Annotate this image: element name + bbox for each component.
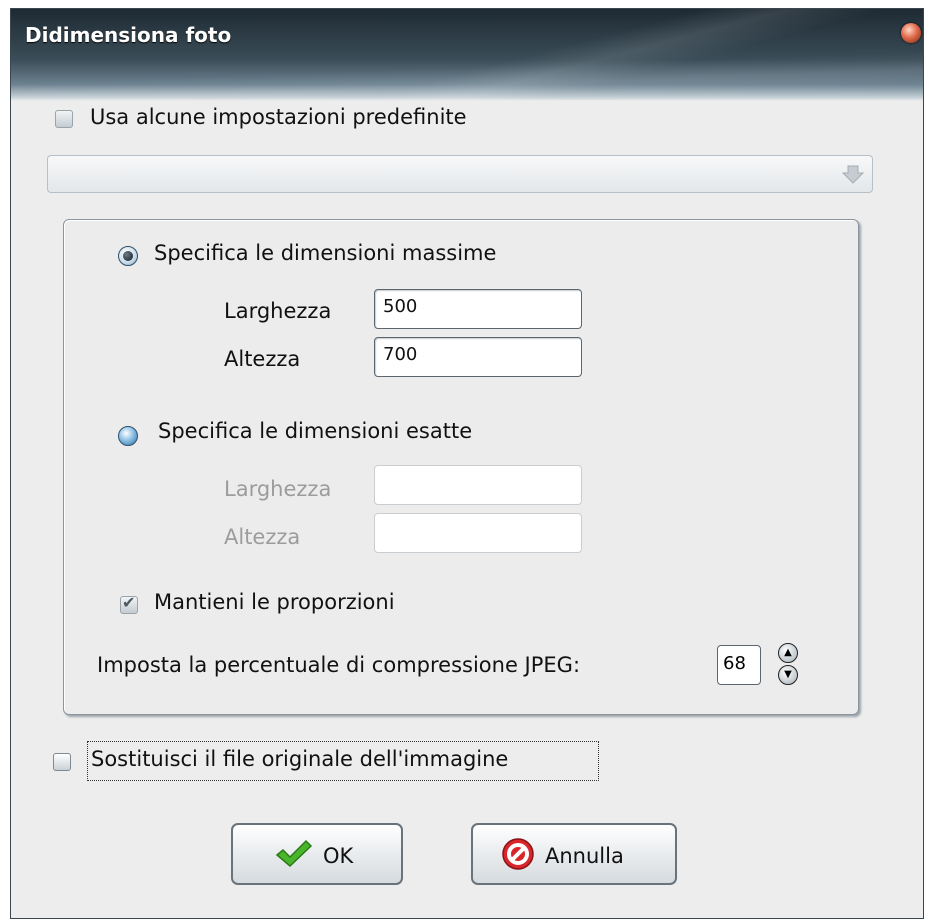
max-width-input[interactable]: 500: [374, 289, 582, 329]
spin-down-icon[interactable]: ▼: [778, 665, 798, 685]
exact-dimensions-label: Specifica le dimensioni esatte: [158, 419, 473, 443]
spin-up-icon[interactable]: ▲: [778, 643, 798, 663]
exact-width-input[interactable]: [374, 465, 582, 505]
jpeg-compression-label: Imposta la percentuale di compressione J…: [97, 653, 581, 677]
no-entry-icon: [502, 838, 534, 870]
max-width-label: Larghezza: [224, 299, 332, 323]
close-orb-icon[interactable]: [901, 23, 921, 43]
ok-button[interactable]: OK: [231, 823, 403, 885]
presets-label: Usa alcune impostazioni predefinite: [90, 105, 467, 129]
ok-label: OK: [323, 844, 354, 868]
exact-height-input[interactable]: [374, 513, 582, 553]
presets-checkbox[interactable]: [55, 110, 73, 128]
jpeg-compression-input[interactable]: 68: [717, 645, 761, 685]
replace-original-checkbox[interactable]: [53, 753, 71, 771]
title-bar[interactable]: Didimensiona foto: [11, 9, 923, 101]
window-title: Didimensiona foto: [25, 23, 232, 47]
exact-dimensions-radio[interactable]: [118, 426, 138, 446]
keep-proportions-checkbox[interactable]: ✔: [120, 593, 138, 614]
presets-combo[interactable]: [47, 155, 873, 193]
max-dimensions-radio[interactable]: [118, 246, 138, 266]
max-height-label: Altezza: [224, 347, 301, 371]
down-arrow-icon: [842, 165, 864, 184]
checkmark-icon: ✔: [122, 593, 136, 612]
max-dimensions-label: Specifica le dimensioni massime: [154, 241, 497, 265]
radio-dot: [123, 251, 133, 261]
replace-original-label: Sostituisci il file originale dell'immag…: [91, 747, 509, 771]
checkmark-icon: [275, 839, 313, 868]
resize-photo-dialog: Didimensiona foto Usa alcune impostazion…: [10, 8, 924, 919]
max-height-input[interactable]: 700: [374, 337, 582, 377]
exact-width-label: Larghezza: [224, 477, 332, 501]
cancel-button[interactable]: Annulla: [471, 823, 677, 885]
keep-proportions-label: Mantieni le proporzioni: [154, 590, 395, 614]
exact-height-label: Altezza: [224, 525, 301, 549]
dimensions-panel: Specifica le dimensioni massime Larghezz…: [63, 219, 859, 715]
cancel-label: Annulla: [545, 844, 624, 868]
